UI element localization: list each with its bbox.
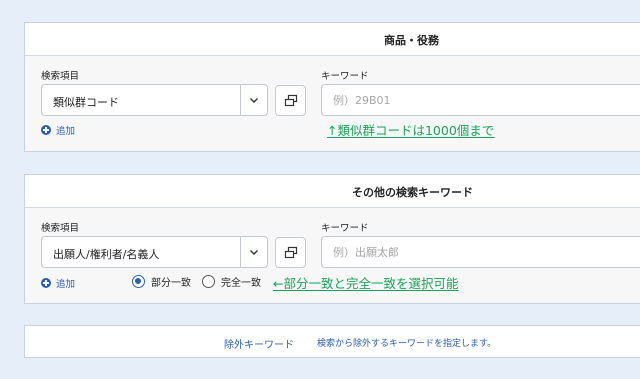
- radio-unchecked-icon: [202, 275, 215, 288]
- partial-match-radio[interactable]: 部分一致: [132, 274, 191, 289]
- plus-circle-icon: [41, 125, 51, 135]
- search-field-label: 検索項目: [41, 71, 80, 82]
- annotation-note: ↑類似群コードは1000個まで: [327, 123, 495, 138]
- copy-icon: [284, 94, 298, 107]
- copy-icon: [284, 246, 298, 259]
- radio-label: 完全一致: [221, 278, 261, 289]
- panel-title: その他の検索キーワード: [352, 186, 473, 199]
- radio-checked-icon: [132, 275, 145, 288]
- panel-title: 商品・役務: [384, 34, 439, 47]
- add-label: 追加: [56, 279, 76, 290]
- keyword-input[interactable]: [321, 84, 640, 116]
- search-field-value: 類似群コード: [53, 96, 119, 109]
- add-condition-button[interactable]: 追加: [41, 276, 75, 290]
- keyword-label: キーワード: [321, 223, 369, 234]
- chevron-down-icon: [250, 98, 258, 103]
- keyword-input[interactable]: [321, 236, 640, 268]
- panel-header: 商品・役務: [25, 23, 640, 56]
- exact-match-radio[interactable]: 完全一致: [202, 274, 261, 289]
- annotation-note: ←部分一致と完全一致を選択可能: [273, 276, 459, 291]
- search-field-label: 検索項目: [41, 223, 80, 234]
- search-field-select[interactable]: 類似群コード: [41, 84, 268, 116]
- add-label: 追加: [56, 126, 76, 137]
- keyword-label: キーワード: [321, 71, 369, 82]
- exclude-keywords-link[interactable]: 除外キーワード: [224, 336, 294, 351]
- chevron-down-icon: [250, 250, 258, 255]
- select-divider: [240, 237, 241, 267]
- panel-header: その他の検索キーワード: [25, 175, 640, 208]
- select-divider: [240, 85, 241, 115]
- exclude-description: 検索から除外するキーワードを指定します。: [317, 339, 497, 349]
- radio-label: 部分一致: [151, 278, 191, 289]
- search-field-value: 出願人/権利者/名義人: [53, 248, 160, 261]
- copy-button[interactable]: [275, 85, 306, 116]
- search-field-select[interactable]: 出願人/権利者/名義人: [41, 236, 268, 268]
- copy-button[interactable]: [275, 237, 306, 268]
- add-condition-button[interactable]: 追加: [41, 123, 75, 137]
- other-keywords-panel: その他の検索キーワード 検索項目 出願人/権利者/名義人 キーワード 追加 部分…: [24, 174, 640, 304]
- goods-services-panel: 商品・役務 検索項目 類似群コード キーワード 追加 ↑類似群コードは1000個…: [24, 22, 640, 152]
- exclude-keywords-bar: 除外キーワード 検索から除外するキーワードを指定します。: [24, 325, 640, 358]
- plus-circle-icon: [41, 278, 51, 288]
